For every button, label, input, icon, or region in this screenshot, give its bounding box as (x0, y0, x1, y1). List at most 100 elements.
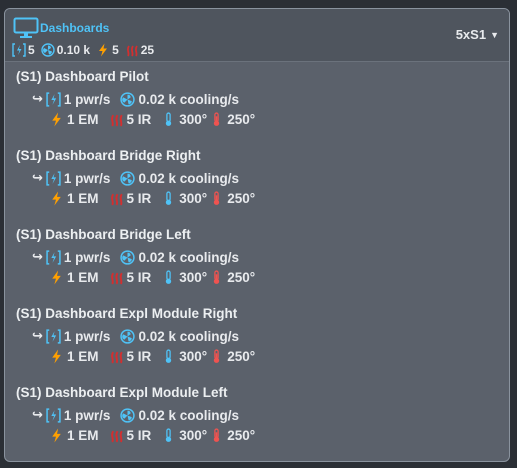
item-resource-row: ↪ 1 pwr/s 0.02 k cooling/s (32, 407, 239, 423)
thermometer-hot-icon (214, 191, 220, 205)
item-pwr: 1 pwr/s (63, 249, 111, 265)
return-arrow-icon: ↪ (32, 328, 43, 343)
header-stats: 5 0.10 k 5 25 (12, 42, 160, 58)
item-em: 1 EM (67, 112, 99, 127)
thermometer-hot-icon (214, 428, 220, 442)
thermometer-cold-icon (166, 349, 172, 363)
dashboards-panel: Dashboards 5 0.10 k 5 25 5xS1 ▼ (S1) Das… (4, 8, 510, 462)
item-cooling: 0.02 k cooling/s (138, 91, 239, 107)
dashboard-list: (S1) Dashboard Pilot ↪ 1 pwr/s 0.02 k co… (5, 63, 509, 458)
list-item: (S1) Dashboard Bridge Right ↪ 1 pwr/s 0.… (5, 142, 509, 221)
header-power-value: 5 (28, 43, 35, 57)
list-item: (S1) Dashboard Expl Module Right ↪ 1 pwr… (5, 300, 509, 379)
thermometer-hot-icon (214, 349, 220, 363)
cooling-icon (120, 170, 136, 186)
item-name: (S1) Dashboard Pilot (16, 69, 149, 84)
item-pwr: 1 pwr/s (63, 170, 111, 186)
item-temp-low: 300° (179, 428, 208, 443)
item-em: 1 EM (67, 428, 99, 443)
list-item: (S1) Dashboard Pilot ↪ 1 pwr/s 0.02 k co… (5, 63, 509, 142)
item-ir: 5 IR (126, 112, 152, 127)
item-ir: 5 IR (126, 191, 152, 206)
item-name: (S1) Dashboard Expl Module Left (16, 385, 228, 400)
em-icon (52, 270, 61, 285)
power-icon (12, 43, 26, 57)
panel-header: Dashboards 5 0.10 k 5 25 5xS1 ▼ (5, 9, 509, 62)
item-temp-high: 250° (227, 270, 256, 285)
panel-title: Dashboards (40, 21, 110, 35)
item-resource-row: ↪ 1 pwr/s 0.02 k cooling/s (32, 328, 239, 344)
thermometer-hot-icon (214, 270, 220, 284)
item-signature-row: 1 EM 5 IR 300° 250° (49, 191, 255, 206)
power-icon (46, 249, 61, 265)
item-pwr: 1 pwr/s (63, 91, 111, 107)
item-signature-row: 1 EM 5 IR 300° 250° (49, 349, 255, 364)
item-signature-row: 1 EM 5 IR 300° 250° (49, 112, 255, 127)
ir-icon (110, 430, 123, 443)
thermometer-cold-icon (166, 270, 172, 284)
item-temp-high: 250° (227, 112, 256, 127)
thermometer-cold-icon (166, 191, 172, 205)
item-pwr: 1 pwr/s (63, 328, 111, 344)
selector-label: 5xS1 (455, 27, 487, 42)
list-item: (S1) Dashboard Bridge Left ↪ 1 pwr/s 0.0… (5, 221, 509, 300)
item-pwr: 1 pwr/s (63, 407, 111, 423)
return-arrow-icon: ↪ (32, 91, 43, 106)
return-arrow-icon: ↪ (32, 170, 43, 185)
header-cooling-value: 0.10 k (56, 43, 91, 57)
item-temp-high: 250° (227, 191, 256, 206)
thermometer-hot-icon (214, 112, 220, 126)
ir-icon (110, 193, 123, 206)
item-em: 1 EM (67, 191, 99, 206)
caret-down-icon: ▼ (490, 29, 499, 40)
thermometer-cold-icon (166, 112, 172, 126)
item-cooling: 0.02 k cooling/s (138, 328, 239, 344)
return-arrow-icon: ↪ (32, 249, 43, 264)
em-icon (99, 43, 108, 57)
em-icon (52, 428, 61, 443)
monitor-icon (13, 17, 39, 38)
item-cooling: 0.02 k cooling/s (138, 170, 239, 186)
item-name: (S1) Dashboard Bridge Left (16, 227, 191, 242)
item-temp-low: 300° (179, 270, 208, 285)
item-temp-high: 250° (227, 428, 256, 443)
return-arrow-icon: ↪ (32, 407, 43, 422)
power-icon (46, 91, 61, 107)
header-ir-value: 25 (140, 43, 155, 57)
item-temp-high: 250° (227, 349, 256, 364)
item-ir: 5 IR (126, 349, 152, 364)
item-ir: 5 IR (126, 428, 152, 443)
item-temp-low: 300° (179, 112, 208, 127)
item-signature-row: 1 EM 5 IR 300° 250° (49, 428, 255, 443)
item-resource-row: ↪ 1 pwr/s 0.02 k cooling/s (32, 91, 239, 107)
item-cooling: 0.02 k cooling/s (138, 249, 239, 265)
power-icon (46, 328, 61, 344)
list-item: (S1) Dashboard Expl Module Left ↪ 1 pwr/… (5, 379, 509, 458)
item-cooling: 0.02 k cooling/s (138, 407, 239, 423)
ir-icon (110, 114, 123, 127)
item-temp-low: 300° (179, 349, 208, 364)
item-temp-low: 300° (179, 191, 208, 206)
cooling-icon (120, 91, 136, 107)
item-signature-row: 1 EM 5 IR 300° 250° (49, 270, 255, 285)
item-em: 1 EM (67, 270, 99, 285)
loadout-selector[interactable]: 5xS1 ▼ (456, 27, 499, 42)
cooling-icon (40, 43, 55, 57)
item-name: (S1) Dashboard Bridge Right (16, 148, 201, 163)
ir-icon (126, 45, 138, 57)
item-resource-row: ↪ 1 pwr/s 0.02 k cooling/s (32, 170, 239, 186)
header-em-value: 5 (112, 43, 119, 57)
cooling-icon (120, 249, 136, 265)
ir-icon (110, 272, 123, 285)
cooling-icon (120, 328, 136, 344)
em-icon (52, 349, 61, 364)
power-icon (46, 407, 61, 423)
ir-icon (110, 351, 123, 364)
em-icon (52, 112, 61, 127)
thermometer-cold-icon (166, 428, 172, 442)
cooling-icon (120, 407, 136, 423)
item-ir: 5 IR (126, 270, 152, 285)
em-icon (52, 191, 61, 206)
item-name: (S1) Dashboard Expl Module Right (16, 306, 238, 321)
item-em: 1 EM (67, 349, 99, 364)
